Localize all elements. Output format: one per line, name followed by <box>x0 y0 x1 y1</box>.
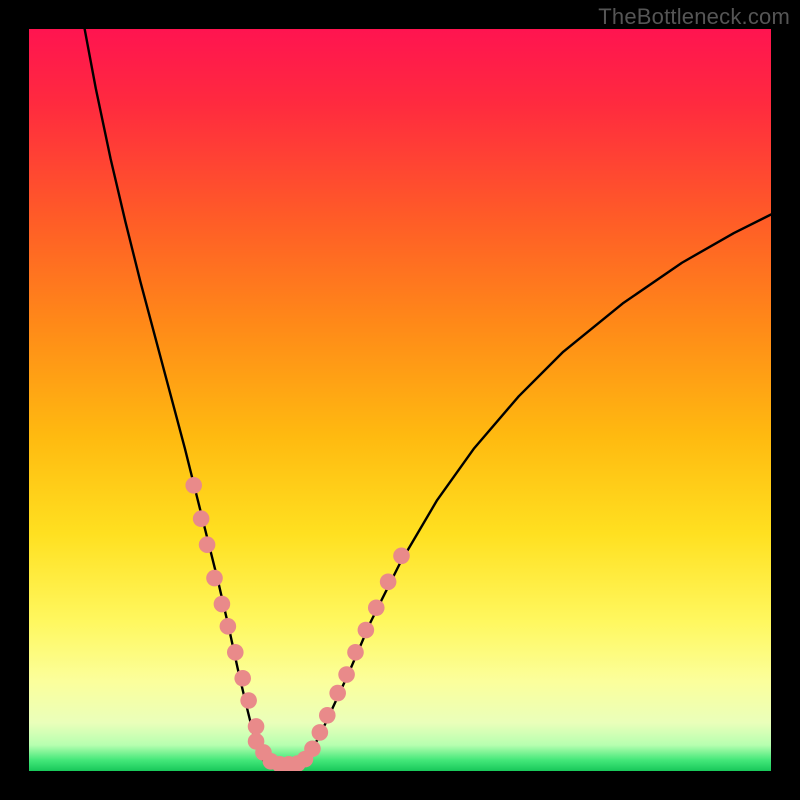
marker-dot <box>193 510 210 527</box>
outer-frame: TheBottleneck.com <box>0 0 800 800</box>
marker-dot <box>368 599 385 616</box>
marker-dot <box>380 573 397 590</box>
marker-dot <box>206 570 223 587</box>
marker-dot <box>304 740 321 757</box>
marker-dot <box>393 548 410 565</box>
marker-dot <box>338 666 355 683</box>
marker-dot <box>312 724 329 741</box>
marker-dot <box>240 692 257 709</box>
marker-dot <box>248 718 265 735</box>
watermark-text: TheBottleneck.com <box>598 4 790 30</box>
marker-dot <box>329 685 346 702</box>
gradient-background <box>29 29 771 771</box>
marker-dot <box>185 477 202 494</box>
plot-area <box>29 29 771 771</box>
chart-svg <box>29 29 771 771</box>
marker-dot <box>220 618 237 635</box>
marker-dot <box>199 536 216 553</box>
marker-dot <box>358 622 375 639</box>
marker-dot <box>234 670 251 687</box>
marker-dot <box>227 644 244 661</box>
marker-dot <box>347 644 364 661</box>
marker-dot <box>319 707 336 724</box>
marker-dot <box>214 596 231 613</box>
